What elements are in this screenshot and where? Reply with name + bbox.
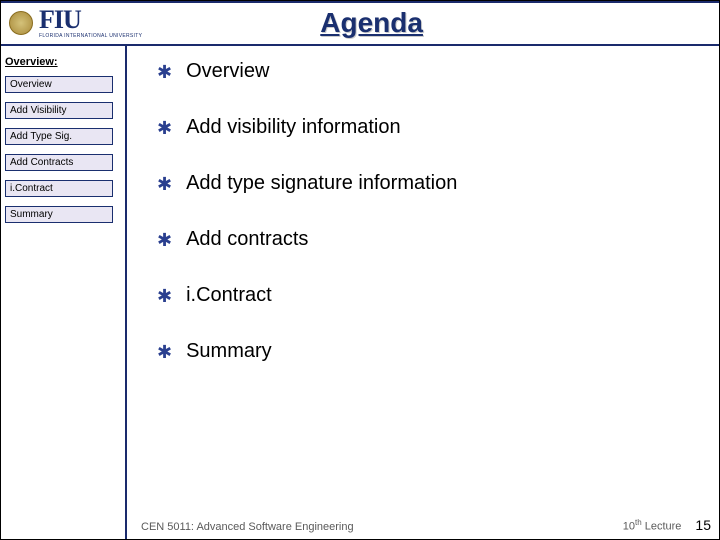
university-seal-icon <box>9 11 33 35</box>
agenda-item: ✱ Add contracts <box>157 228 701 252</box>
slide-title: Agenda <box>142 7 601 39</box>
sidebar-item-overview[interactable]: Overview <box>5 76 113 93</box>
sidebar-item-summary[interactable]: Summary <box>5 206 113 223</box>
asterisk-icon: ✱ <box>157 60 172 84</box>
sidebar-item-icontract[interactable]: i.Contract <box>5 180 113 197</box>
agenda-item: ✱ Overview <box>157 60 701 84</box>
footer: CEN 5011: Advanced Software Engineering … <box>129 517 715 533</box>
sidebar-item-add-visibility[interactable]: Add Visibility <box>5 102 113 119</box>
agenda-item: ✱ i.Contract <box>157 284 701 308</box>
asterisk-icon: ✱ <box>157 116 172 140</box>
fiu-subtext: FLORIDA INTERNATIONAL UNIVERSITY <box>39 33 142 39</box>
asterisk-icon: ✱ <box>157 284 172 308</box>
lecture-word: Lecture <box>642 521 682 533</box>
logo: FIU FLORIDA INTERNATIONAL UNIVERSITY <box>9 7 142 39</box>
fiu-letters: FIU <box>39 5 81 34</box>
agenda-text: Add type signature information <box>186 172 457 195</box>
lecture-number: 10th Lecture <box>623 518 682 533</box>
page-number: 15 <box>695 517 711 533</box>
agenda-text: i.Contract <box>186 284 272 307</box>
sidebar: Overview: Overview Add Visibility Add Ty… <box>1 46 127 539</box>
agenda-item: ✱ Summary <box>157 340 701 364</box>
agenda-text: Add visibility information <box>186 116 401 139</box>
sidebar-item-add-type-sig[interactable]: Add Type Sig. <box>5 128 113 145</box>
agenda-text: Overview <box>186 60 269 83</box>
agenda-text: Summary <box>186 340 272 363</box>
sidebar-heading: Overview: <box>5 56 119 68</box>
agenda-item: ✱ Add type signature information <box>157 172 701 196</box>
header-top-rule <box>1 1 719 3</box>
asterisk-icon: ✱ <box>157 228 172 252</box>
slide: FIU FLORIDA INTERNATIONAL UNIVERSITY Age… <box>0 0 720 540</box>
lecture-ordinal-suffix: th <box>635 518 642 527</box>
lecture-ordinal: 10 <box>623 521 635 533</box>
course-code: CEN 5011: Advanced Software Engineering <box>141 521 354 533</box>
content: ✱ Overview ✱ Add visibility information … <box>127 46 719 539</box>
body: Overview: Overview Add Visibility Add Ty… <box>1 46 719 539</box>
asterisk-icon: ✱ <box>157 340 172 364</box>
fiu-wordmark: FIU FLORIDA INTERNATIONAL UNIVERSITY <box>39 7 142 39</box>
agenda-text: Add contracts <box>186 228 308 251</box>
agenda-item: ✱ Add visibility information <box>157 116 701 140</box>
sidebar-item-add-contracts[interactable]: Add Contracts <box>5 154 113 171</box>
header: FIU FLORIDA INTERNATIONAL UNIVERSITY Age… <box>1 1 719 46</box>
asterisk-icon: ✱ <box>157 172 172 196</box>
